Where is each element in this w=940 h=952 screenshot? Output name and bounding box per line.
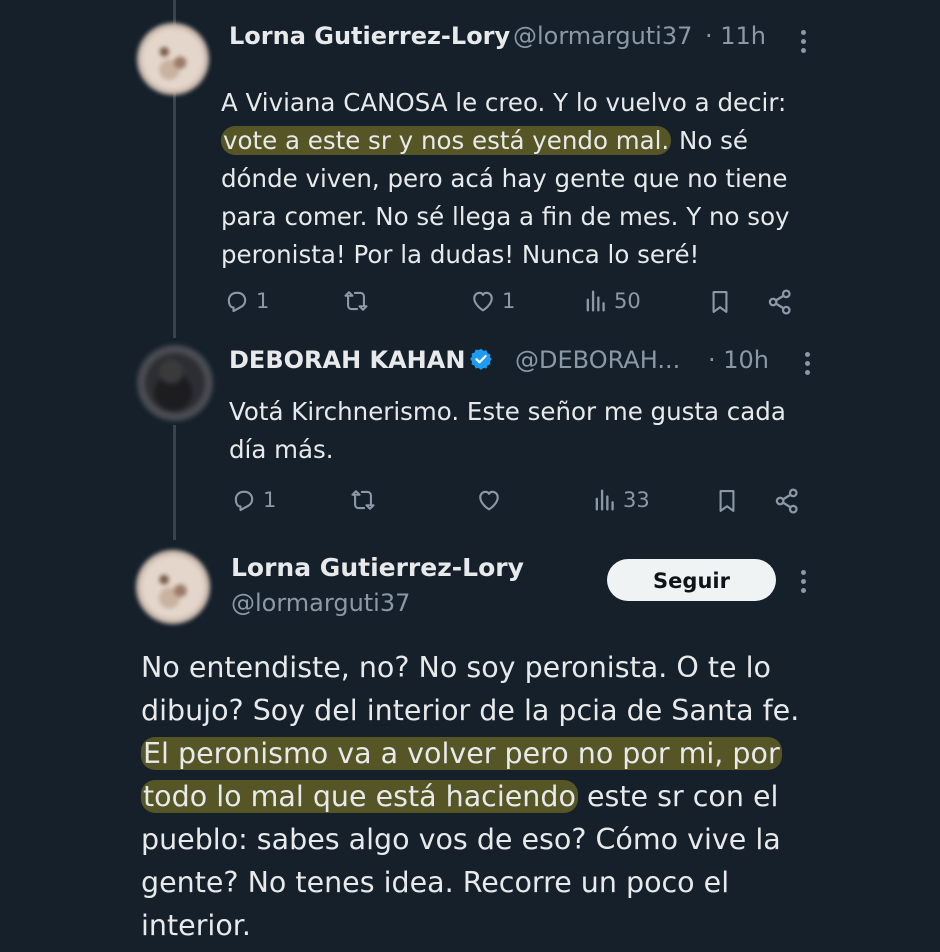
bookmark-icon (712, 291, 728, 313)
avatar[interactable] (136, 550, 210, 624)
tweet-text: Votá Kirchnerismo. Este señor me gusta c… (229, 397, 786, 464)
tweet-time[interactable]: · 11h (705, 22, 766, 50)
views-button[interactable]: 33 (591, 486, 650, 514)
thread-line (173, 425, 176, 540)
like-count: 1 (502, 289, 516, 313)
reply-count: 1 (263, 488, 277, 512)
bookmark-icon (719, 490, 735, 512)
avatar[interactable] (137, 345, 213, 421)
tweet-text: No entendiste, no? No soy peronista. O t… (141, 651, 800, 942)
reply-button[interactable]: 1 (229, 486, 276, 514)
tweet-text: A Viviana CANOSA le creo. Y lo vuelvo a … (221, 88, 790, 269)
tweet-time[interactable]: · 10h (708, 346, 769, 374)
bookmark-button[interactable] (713, 486, 741, 516)
views-count: 33 (623, 488, 650, 512)
author-name[interactable]: Lorna Gutierrez-Lory (231, 553, 524, 582)
reply-icon (234, 490, 254, 512)
share-icon (768, 289, 791, 315)
views-button[interactable]: 50 (582, 287, 641, 315)
repost-icon (344, 291, 368, 311)
views-icon (595, 489, 614, 511)
share-icon (775, 488, 798, 514)
more-icon[interactable] (801, 570, 807, 597)
more-icon[interactable] (801, 30, 807, 57)
like-button[interactable] (474, 486, 504, 514)
like-icon (473, 291, 493, 312)
share-button[interactable] (765, 287, 795, 317)
author-name[interactable]: DEBORAH KAHAN (229, 346, 499, 374)
highlighted-text: vote a este sr y nos está yendo mal. (221, 126, 672, 155)
tweet-actions: 1 33 (229, 486, 809, 516)
author-name[interactable]: Lorna Gutierrez-Lory (229, 22, 510, 50)
author-handle[interactable]: @lormarguti37 (231, 589, 410, 617)
views-count: 50 (614, 289, 641, 313)
repost-button[interactable] (347, 486, 379, 514)
follow-button[interactable]: Seguir (607, 559, 776, 601)
repost-icon (351, 490, 375, 510)
verified-icon (470, 348, 493, 370)
repost-button[interactable] (340, 287, 372, 315)
bookmark-button[interactable] (706, 287, 734, 317)
author-handle[interactable]: @lormarguti37 (513, 22, 692, 50)
author-handle[interactable]: @DEBORAH... (515, 346, 680, 374)
like-icon (479, 490, 499, 511)
share-button[interactable] (772, 486, 802, 516)
more-icon[interactable] (805, 352, 811, 379)
avatar[interactable] (137, 23, 209, 95)
reply-button[interactable]: 1 (222, 287, 269, 315)
reply-icon (227, 291, 247, 313)
reply-count: 1 (256, 289, 270, 313)
like-button[interactable]: 1 (468, 287, 515, 315)
tweet-actions: 1 1 50 (222, 287, 802, 317)
views-icon (586, 290, 605, 312)
